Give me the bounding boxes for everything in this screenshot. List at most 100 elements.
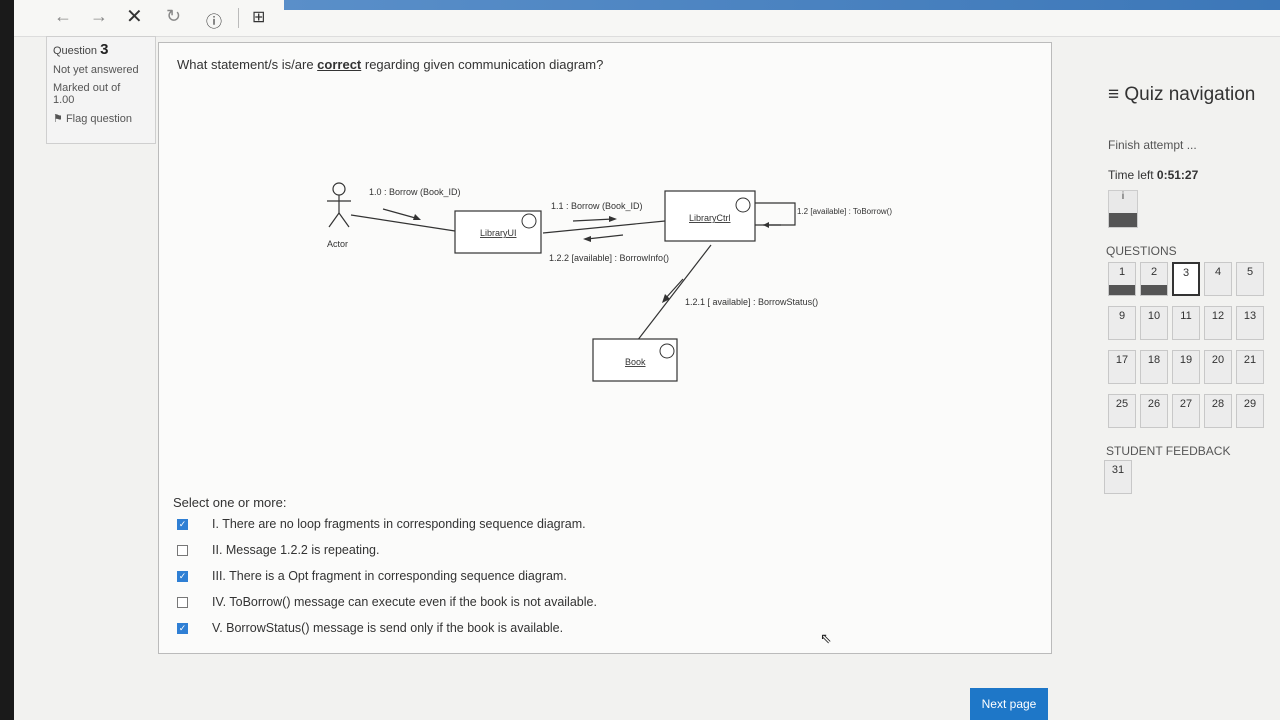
- link-ui-ctrl: [542, 220, 666, 234]
- option-checkbox[interactable]: [177, 596, 188, 608]
- question-nav-button[interactable]: 19: [1172, 350, 1200, 384]
- student-feedback-header: STUDENT FEEDBACK: [1106, 444, 1231, 458]
- next-page-button[interactable]: Next page: [970, 688, 1048, 720]
- link-actor-ui: [350, 214, 456, 232]
- question-nav-number: 27: [1179, 398, 1193, 410]
- question-nav-number: 3: [1182, 267, 1190, 279]
- flag-icon: ⚑: [53, 113, 63, 125]
- question-nav-number: 21: [1243, 354, 1257, 366]
- questions-header: QUESTIONS: [1106, 244, 1177, 258]
- actor-figure: [327, 182, 351, 228]
- finish-attempt-link[interactable]: Finish attempt ...: [1108, 138, 1197, 152]
- info-box[interactable]: i: [1108, 190, 1138, 228]
- question-nav-number: 2: [1150, 266, 1158, 278]
- answer-option[interactable]: IV. ToBorrow() message can execute even …: [177, 595, 597, 609]
- question-nav-number: 19: [1179, 354, 1193, 366]
- question-nav-number: 26: [1147, 398, 1161, 410]
- actor-label: Actor: [327, 239, 348, 249]
- marked-out-of: Marked out of 1.00: [53, 82, 121, 106]
- library-ui-label: LibraryUI: [480, 228, 517, 238]
- question-nav-button[interactable]: 4: [1204, 262, 1232, 296]
- flag-question[interactable]: ⚑ Flag question: [53, 112, 149, 125]
- option-checkbox[interactable]: ✓: [177, 570, 188, 582]
- page-icon[interactable]: ⊞: [252, 7, 265, 27]
- question-nav-number: 10: [1147, 310, 1161, 322]
- communication-diagram: Actor LibraryUI LibraryCtrl Book 1.0 : B…: [327, 182, 892, 382]
- option-label: IV. ToBorrow() message can execute even …: [212, 595, 597, 609]
- option-label: III. There is a Opt fragment in correspo…: [212, 569, 567, 583]
- question-nav-number: 4: [1214, 266, 1222, 278]
- question-number: Question 3: [53, 41, 109, 58]
- time-left: Time left 0:51:27: [1108, 168, 1199, 182]
- screen: ← → ✕ ↻ ⓘ ⊞ Question 3 Not yet answered …: [14, 0, 1280, 720]
- question-nav-button[interactable]: 21: [1236, 350, 1264, 384]
- self-loop: [755, 202, 796, 226]
- question-nav-button[interactable]: 17: [1108, 350, 1136, 384]
- option-label: II. Message 1.2.2 is repeating.: [212, 543, 380, 557]
- toolbar-separator: [238, 8, 239, 28]
- option-label: V. BorrowStatus() message is send only i…: [212, 621, 564, 635]
- question-info-panel: Question 3 Not yet answered Marked out o…: [46, 36, 156, 144]
- question-nav-button[interactable]: 25: [1108, 394, 1136, 428]
- answer-option[interactable]: II. Message 1.2.2 is repeating.: [177, 543, 379, 557]
- question-nav-number: 20: [1211, 354, 1225, 366]
- question-nav-button[interactable]: 3: [1172, 262, 1200, 296]
- quiz-navigation-panel: ≡ Quiz navigation Finish attempt ... Tim…: [1096, 60, 1280, 520]
- option-checkbox[interactable]: ✓: [177, 518, 188, 530]
- msg-1-0: 1.0 : Borrow (Book_ID): [369, 187, 461, 197]
- menu-icon: ≡: [1108, 84, 1120, 105]
- question-nav-number: 5: [1246, 266, 1254, 278]
- question-nav-number: 11: [1180, 310, 1192, 322]
- answer-option[interactable]: ✓ III. There is a Opt fragment in corresp…: [177, 569, 567, 583]
- feedback-nav-button[interactable]: 31: [1104, 460, 1132, 494]
- question-nav-button[interactable]: 28: [1204, 394, 1232, 428]
- answer-option[interactable]: ✓ I. There are no loop fragments in corre…: [177, 517, 586, 531]
- question-nav-button[interactable]: 1: [1108, 262, 1136, 296]
- question-nav-number: 1: [1118, 266, 1126, 278]
- question-nav-button[interactable]: 9: [1108, 306, 1136, 340]
- mouse-cursor-icon: ⇖: [820, 630, 832, 646]
- quiz-nav-title: ≡ Quiz navigation: [1108, 84, 1256, 105]
- answered-indicator: [1109, 285, 1135, 295]
- question-nav-button[interactable]: 2: [1140, 262, 1168, 296]
- question-nav-number: 12: [1211, 310, 1225, 322]
- question-nav-button[interactable]: 29: [1236, 394, 1264, 428]
- question-nav-number: 18: [1147, 354, 1161, 366]
- msg-1-2-1: 1.2.1 [ available] : BorrowStatus(): [685, 297, 818, 307]
- question-nav-button[interactable]: 18: [1140, 350, 1168, 384]
- question-nav-button[interactable]: 26: [1140, 394, 1168, 428]
- question-nav-number: 17: [1115, 354, 1129, 366]
- question-nav-number: 25: [1115, 398, 1129, 410]
- header-accent-bar: [284, 0, 1280, 10]
- answered-indicator: [1141, 285, 1167, 295]
- answer-option[interactable]: ✓ V. BorrowStatus() message is send only …: [177, 621, 563, 635]
- question-nav-button[interactable]: 5: [1236, 262, 1264, 296]
- feedback-nav-number: 31: [1111, 464, 1125, 476]
- question-nav-button[interactable]: 12: [1204, 306, 1232, 340]
- question-card: What statement/s is/are correct regardin…: [158, 42, 1052, 654]
- question-nav-button[interactable]: 11: [1172, 306, 1200, 340]
- info-icon[interactable]: ⓘ: [206, 8, 222, 32]
- option-checkbox[interactable]: ✓: [177, 622, 188, 634]
- question-nav-button[interactable]: 13: [1236, 306, 1264, 340]
- msg-1-2-2: 1.2.2 [available] : BorrowInfo(): [549, 253, 669, 263]
- arrow-left-icon[interactable]: ←: [54, 6, 72, 27]
- option-label: I. There are no loop fragments in corres…: [212, 517, 586, 531]
- select-instruction: Select one or more:: [173, 495, 287, 510]
- question-nav-number: 28: [1211, 398, 1225, 410]
- question-nav-number: 9: [1118, 310, 1126, 322]
- close-icon[interactable]: ✕: [126, 4, 143, 29]
- question-nav-button[interactable]: 27: [1172, 394, 1200, 428]
- arrow-right-icon[interactable]: →: [90, 6, 108, 27]
- msg-1-1: 1.1 : Borrow (Book_ID): [551, 201, 643, 211]
- question-nav-number: 13: [1243, 310, 1257, 322]
- question-nav-number: 29: [1243, 398, 1257, 410]
- option-checkbox[interactable]: [177, 544, 188, 556]
- book-label: Book: [625, 357, 646, 367]
- question-nav-button[interactable]: 10: [1140, 306, 1168, 340]
- msg-1-2: 1.2 [available] : ToBorrow(): [797, 207, 892, 216]
- reload-icon[interactable]: ↻: [166, 6, 181, 27]
- question-status: Not yet answered: [53, 64, 139, 76]
- library-ctrl-label: LibraryCtrl: [689, 213, 731, 223]
- question-nav-button[interactable]: 20: [1204, 350, 1232, 384]
